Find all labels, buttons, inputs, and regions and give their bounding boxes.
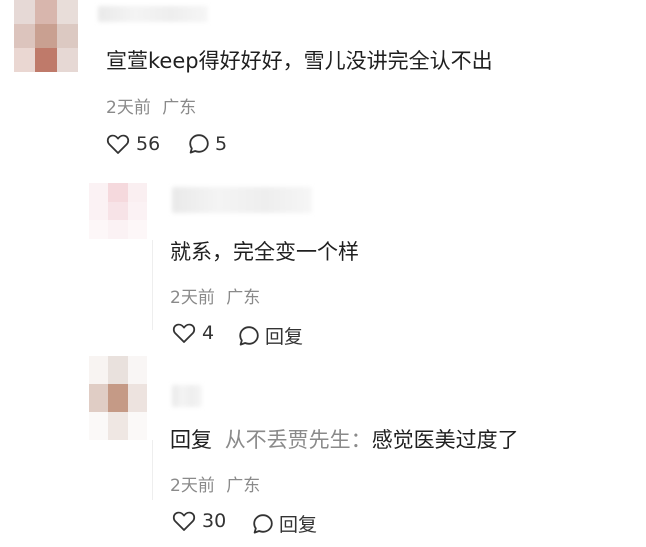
comment-time: 2天前 bbox=[170, 288, 215, 308]
like-button[interactable]: 4 bbox=[172, 322, 214, 344]
speech-bubble-icon bbox=[239, 325, 259, 345]
reply-count-button[interactable]: 5 bbox=[188, 133, 227, 155]
reply-target-user[interactable]: 从不丢贾先生： bbox=[225, 428, 372, 452]
reply-count: 5 bbox=[215, 133, 228, 155]
speech-bubble-icon bbox=[189, 134, 209, 154]
username-blurred[interactable] bbox=[172, 385, 202, 407]
reply-button[interactable]: 回复 bbox=[238, 322, 303, 349]
comment-meta: 2天前 广东 bbox=[170, 471, 260, 496]
like-button[interactable]: 30 bbox=[172, 510, 226, 532]
avatar[interactable] bbox=[89, 183, 147, 239]
comment-text: 就系，完全变一个样 bbox=[170, 240, 359, 264]
username-blurred[interactable] bbox=[172, 187, 312, 213]
speech-bubble-icon bbox=[253, 513, 273, 533]
heart-outline-icon bbox=[172, 511, 196, 531]
like-count: 30 bbox=[202, 510, 227, 532]
comment-location: 广东 bbox=[226, 476, 261, 496]
comment-location: 广东 bbox=[162, 98, 197, 118]
comment-time: 2天前 bbox=[170, 476, 215, 496]
like-count: 56 bbox=[136, 133, 161, 155]
reply-label: 回复 bbox=[279, 514, 318, 536]
reply-prefix: 回复 bbox=[170, 428, 212, 452]
heart-outline-icon bbox=[172, 323, 196, 343]
comment-meta: 2天前 广东 bbox=[106, 93, 196, 118]
thread-line bbox=[152, 440, 153, 500]
avatar[interactable] bbox=[89, 356, 147, 440]
comment-text: 回复 从不丢贾先生：感觉医美过度了 bbox=[170, 424, 519, 454]
username-blurred[interactable] bbox=[98, 6, 208, 22]
avatar[interactable] bbox=[14, 0, 78, 72]
heart-outline-icon bbox=[106, 134, 130, 154]
comment-meta: 2天前 广东 bbox=[170, 283, 260, 308]
comment-location: 广东 bbox=[226, 288, 261, 308]
reply-text: 感觉医美过度了 bbox=[371, 428, 519, 452]
reply-button[interactable]: 回复 bbox=[252, 510, 317, 537]
reply-label: 回复 bbox=[265, 326, 304, 348]
comment-time: 2天前 bbox=[106, 98, 151, 118]
comment-text: 宣萱keep得好好好，雪儿没讲完全认不出 bbox=[106, 49, 493, 73]
like-button[interactable]: 56 bbox=[106, 133, 160, 155]
like-count: 4 bbox=[202, 322, 215, 344]
thread-line bbox=[152, 240, 153, 330]
